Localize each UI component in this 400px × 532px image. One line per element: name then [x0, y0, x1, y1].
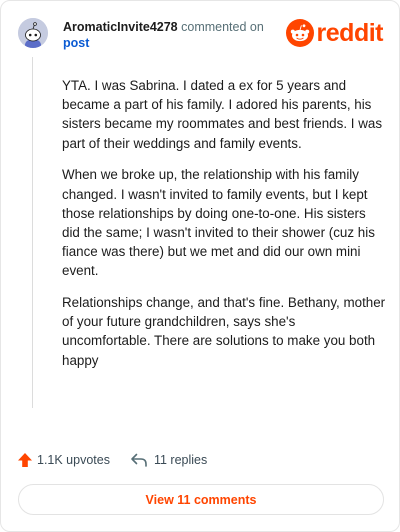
reddit-wordmark: reddit: [316, 18, 384, 47]
post-link[interactable]: post: [63, 35, 89, 51]
thread-line[interactable]: [32, 57, 33, 408]
upvote-count: 1.1K upvotes: [37, 453, 110, 467]
comment-paragraph-2: When we broke up, the relationship with …: [62, 167, 375, 279]
comment-actions: 1.1K upvotes 11 replies: [17, 451, 207, 469]
upvote-button[interactable]: 1.1K upvotes: [17, 452, 110, 468]
reddit-alien-icon: [285, 19, 314, 47]
view-comments-button[interactable]: View 11 comments: [18, 484, 384, 515]
comment-username[interactable]: AromaticInvite4278: [63, 20, 178, 34]
comment-card: AromaticInvite4278 commented on post red…: [0, 0, 400, 532]
comment-header: AromaticInvite4278 commented on post: [63, 19, 278, 51]
upvote-arrow-icon: [18, 453, 32, 467]
reply-count: 11 replies: [153, 453, 208, 467]
reply-arrow-icon: [131, 453, 147, 467]
user-avatar-icon[interactable]: [18, 18, 48, 48]
reddit-logo: reddit: [285, 18, 384, 47]
comment-body: YTA. I was Sabrina. I dated a ex for 5 y…: [62, 76, 387, 382]
replies-button[interactable]: 11 replies: [130, 452, 207, 468]
comment-paragraph-1: YTA. I was Sabrina. I dated a ex for 5 y…: [62, 78, 383, 151]
commented-on-label: commented on: [181, 20, 264, 34]
comment-paragraph-3: Relationships change, and that's fine. B…: [62, 295, 386, 368]
